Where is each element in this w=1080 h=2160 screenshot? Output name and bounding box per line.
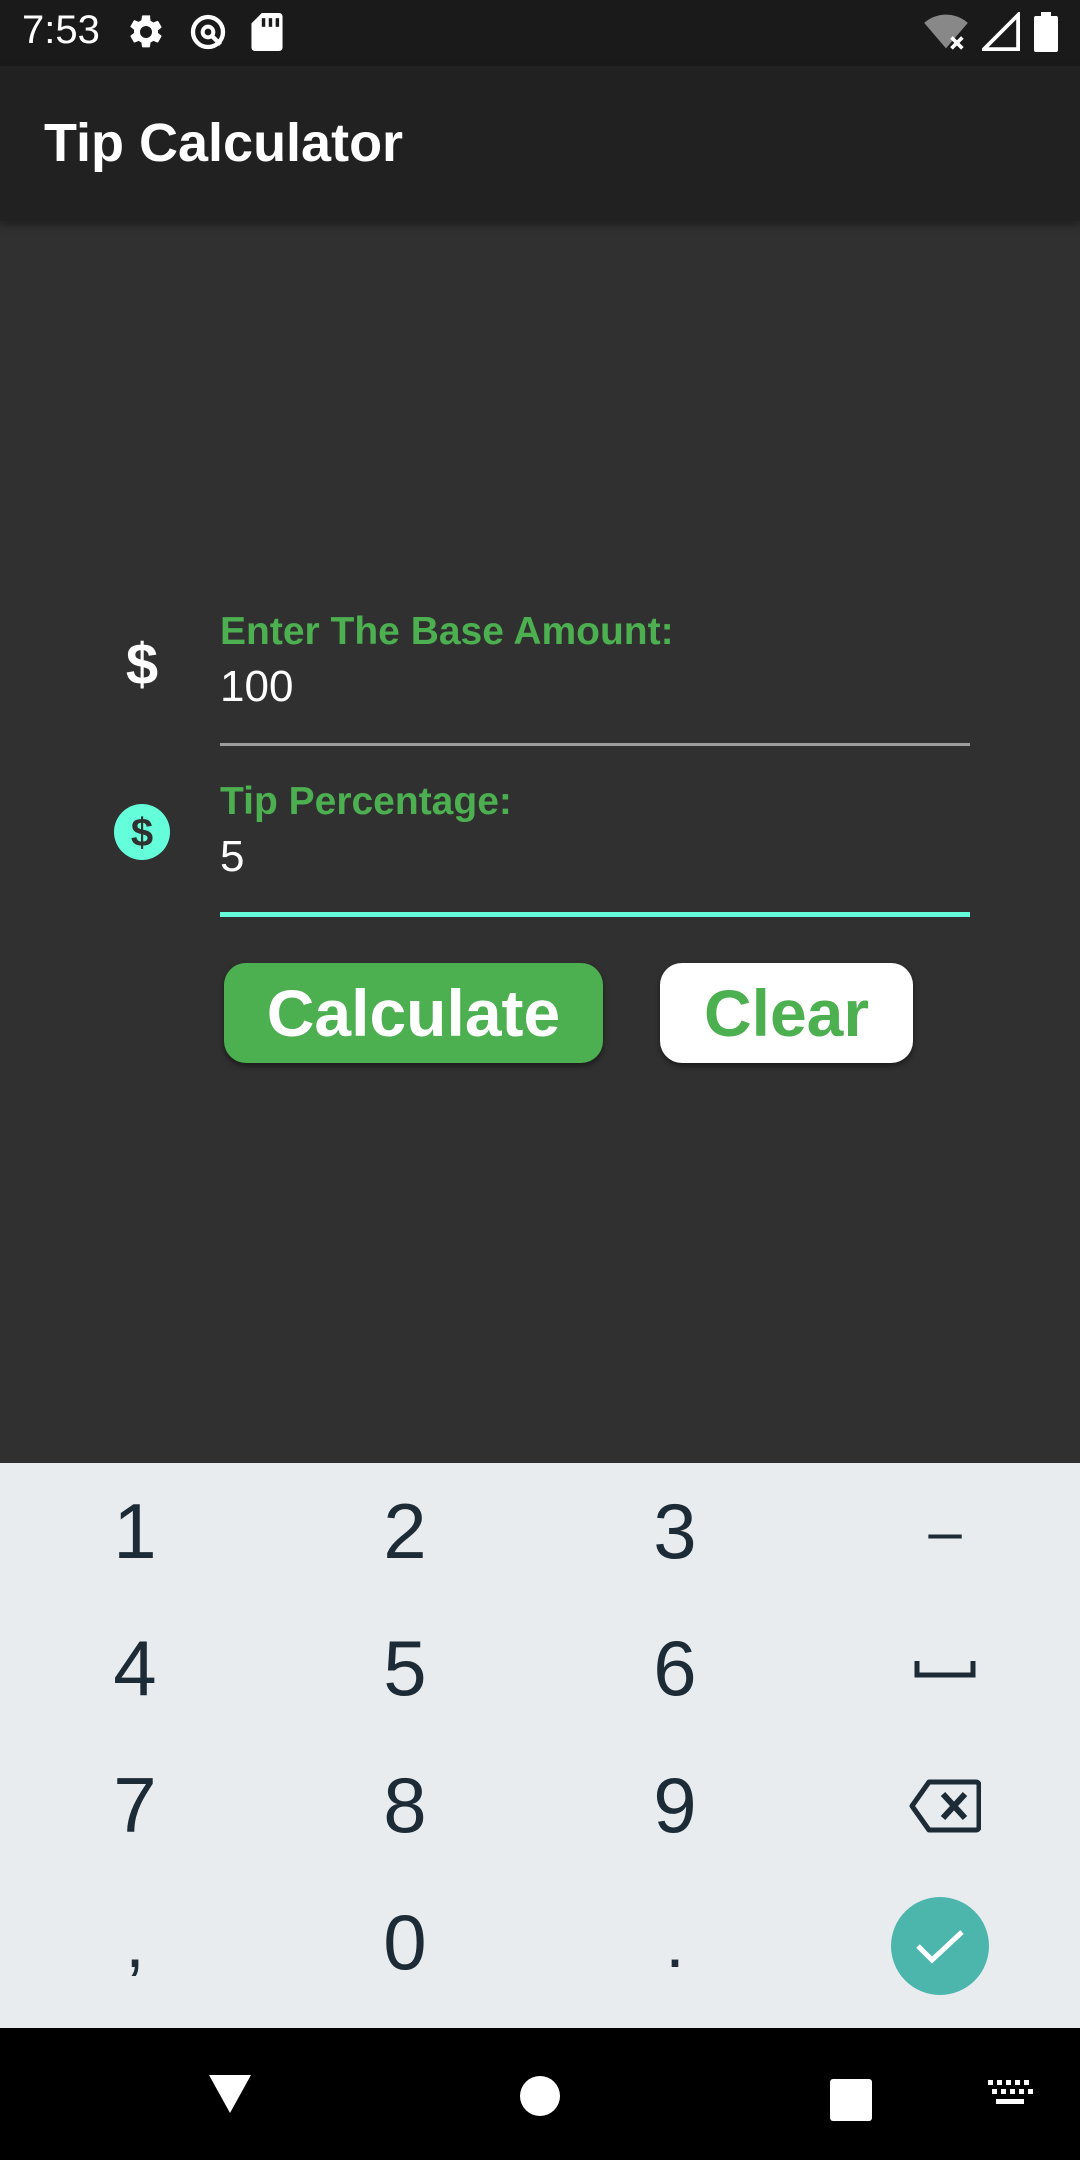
app-bar: Tip Calculator: [0, 66, 1080, 221]
calculate-button[interactable]: Calculate: [224, 963, 603, 1063]
cell-signal-icon: [979, 9, 1020, 57]
key-backspace[interactable]: [810, 1737, 1080, 1874]
base-amount-label: Enter The Base Amount:: [220, 610, 674, 653]
tip-percentage-input[interactable]: 5: [220, 832, 970, 882]
key-0[interactable]: 0: [270, 1874, 540, 2011]
key-8[interactable]: 8: [270, 1737, 540, 1874]
sd-card-icon: [250, 12, 284, 56]
key-space[interactable]: [810, 1600, 1080, 1737]
key-4[interactable]: 4: [0, 1600, 270, 1737]
status-icons-right: [924, 9, 1058, 57]
key-2[interactable]: 2: [270, 1463, 540, 1600]
key-6[interactable]: 6: [540, 1600, 810, 1737]
tip-percentage-field[interactable]: Tip Percentage: 5: [220, 780, 970, 882]
dollar-circle-icon: $: [112, 802, 172, 862]
status-bar: 7:53: [0, 0, 1080, 66]
space-icon: [914, 1660, 976, 1677]
status-time: 7:53: [22, 8, 100, 52]
wifi-off-icon: [924, 12, 968, 57]
svg-text:$: $: [126, 634, 158, 694]
clear-button[interactable]: Clear: [660, 963, 913, 1063]
tip-percentage-label: Tip Percentage:: [220, 780, 512, 823]
settings-icon: [126, 12, 166, 57]
base-amount-underline: [220, 743, 970, 746]
home-icon[interactable]: [500, 2056, 580, 2136]
dollar-icon: $: [108, 630, 176, 698]
check-icon: [916, 1930, 964, 1964]
key-comma[interactable]: ,: [0, 1874, 270, 2011]
app-title: Tip Calculator: [44, 113, 404, 173]
status-icons-left: [126, 12, 284, 57]
keyboard-switch-icon[interactable]: [980, 2068, 1040, 2118]
svg-text:$: $: [131, 811, 153, 855]
base-amount-field[interactable]: Enter The Base Amount: 100: [220, 610, 970, 712]
navigation-bar: [0, 2028, 1080, 2160]
key-7[interactable]: 7: [0, 1737, 270, 1874]
key-5[interactable]: 5: [270, 1600, 540, 1737]
base-amount-input[interactable]: 100: [220, 662, 970, 712]
key-minus[interactable]: –: [810, 1463, 1080, 1600]
battery-icon: [1034, 11, 1058, 57]
back-icon[interactable]: [190, 2058, 270, 2130]
done-key[interactable]: [891, 1897, 989, 1995]
key-1[interactable]: 1: [0, 1463, 270, 1600]
key-3[interactable]: 3: [540, 1463, 810, 1600]
no-disturb-icon: [188, 12, 228, 57]
backspace-icon: [909, 1779, 981, 1832]
recents-icon[interactable]: [811, 2060, 891, 2140]
key-9[interactable]: 9: [540, 1737, 810, 1874]
tip-percentage-underline: [220, 912, 970, 917]
key-period[interactable]: .: [540, 1874, 810, 2011]
